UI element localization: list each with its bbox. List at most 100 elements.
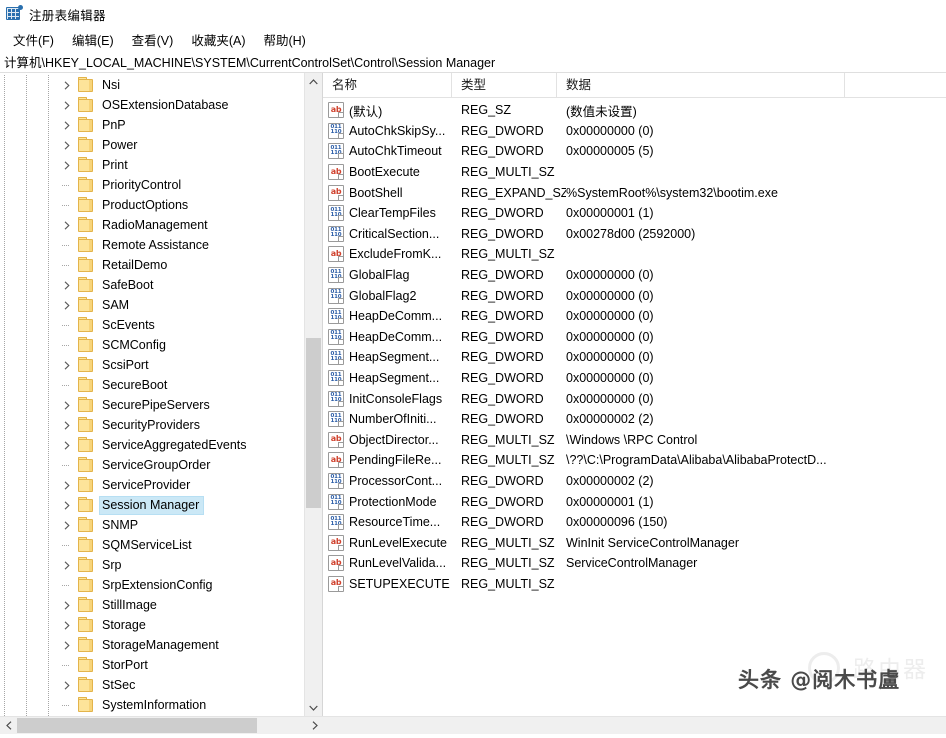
chevron-right-icon[interactable] (60, 275, 74, 295)
value-row[interactable]: abRunLevelValida...REG_MULTI_SZServiceCo… (323, 553, 946, 574)
chevron-right-icon[interactable] (60, 515, 74, 535)
chevron-right-icon[interactable] (60, 495, 74, 515)
value-row[interactable]: 011110ProcessorCont...REG_DWORD0x0000000… (323, 471, 946, 492)
value-row[interactable]: 011110AutoChkSkipSy...REG_DWORD0x0000000… (323, 121, 946, 142)
value-row[interactable]: 011110GlobalFlagREG_DWORD0x00000000 (0) (323, 265, 946, 286)
value-row[interactable]: 011110ClearTempFilesREG_DWORD0x00000001 … (323, 203, 946, 224)
scroll-up-icon[interactable] (305, 73, 322, 90)
tree-item-storport[interactable]: StorPort (0, 655, 290, 675)
tree-item-productoptions[interactable]: ProductOptions (0, 195, 290, 215)
column-header-name[interactable]: 名称 (323, 73, 452, 97)
value-row[interactable]: 011110InitConsoleFlagsREG_DWORD0x0000000… (323, 388, 946, 409)
tree-item-safeboot[interactable]: SafeBoot (0, 275, 290, 295)
value-row[interactable]: 011110ProtectionModeREG_DWORD0x00000001 … (323, 491, 946, 512)
tree-guide-line (48, 555, 49, 575)
value-row[interactable]: ab(默认)REG_SZ(数值未设置) (323, 100, 946, 121)
tree-item-nsi[interactable]: Nsi (0, 75, 290, 95)
tree-item-sam[interactable]: SAM (0, 295, 290, 315)
address-bar[interactable]: 计算机\HKEY_LOCAL_MACHINE\SYSTEM\CurrentCon… (0, 50, 946, 73)
scroll-right-icon[interactable] (306, 717, 323, 734)
tree-item-secureboot[interactable]: SecureBoot (0, 375, 290, 395)
chevron-right-icon[interactable] (60, 155, 74, 175)
tree-item-storage[interactable]: Storage (0, 615, 290, 635)
tree-item-srp[interactable]: Srp (0, 555, 290, 575)
value-row[interactable]: 011110HeapDeComm...REG_DWORD0x00000000 (… (323, 327, 946, 348)
value-row[interactable]: 011110ResourceTime...REG_DWORD0x00000096… (323, 512, 946, 533)
tree-item-power[interactable]: Power (0, 135, 290, 155)
value-row[interactable]: abBootShellREG_EXPAND_SZ%SystemRoot%\sys… (323, 182, 946, 203)
horizontal-scroll-track[interactable] (17, 717, 323, 734)
tree-item-serviceaggregatedevents[interactable]: ServiceAggregatedEvents (0, 435, 290, 455)
chevron-right-icon[interactable] (60, 595, 74, 615)
chevron-right-icon[interactable] (60, 555, 74, 575)
chevron-right-icon[interactable] (60, 415, 74, 435)
tree-item-securityproviders[interactable]: SecurityProviders (0, 415, 290, 435)
tree-item-label: Session Manager (100, 497, 203, 514)
value-row[interactable]: 011110CriticalSection...REG_DWORD0x00278… (323, 224, 946, 245)
chevron-right-icon[interactable] (60, 135, 74, 155)
value-row[interactable]: abRunLevelExecuteREG_MULTI_SZWinInit Ser… (323, 532, 946, 553)
value-row[interactable]: 011110HeapDeComm...REG_DWORD0x00000000 (… (323, 306, 946, 327)
chevron-right-icon[interactable] (60, 355, 74, 375)
value-row[interactable]: abPendingFileRe...REG_MULTI_SZ\??\C:\Pro… (323, 450, 946, 471)
tree-item-print[interactable]: Print (0, 155, 290, 175)
tree-item-scevents[interactable]: ScEvents (0, 315, 290, 335)
chevron-right-icon[interactable] (60, 215, 74, 235)
value-type: REG_EXPAND_SZ (461, 186, 566, 200)
tree-item-systeminformation[interactable]: SystemInformation (0, 695, 290, 715)
menu-item-1[interactable]: 编辑(E) (63, 28, 123, 51)
value-row[interactable]: 011110NumberOfIniti...REG_DWORD0x0000000… (323, 409, 946, 430)
scroll-down-icon[interactable] (305, 699, 322, 716)
menu-item-4[interactable]: 帮助(H) (254, 28, 314, 51)
value-name: ExcludeFromK... (349, 247, 441, 261)
chevron-right-icon[interactable] (60, 115, 74, 135)
chevron-right-icon[interactable] (60, 675, 74, 695)
chevron-right-icon[interactable] (60, 615, 74, 635)
tree-item-stsec[interactable]: StSec (0, 675, 290, 695)
chevron-right-icon[interactable] (60, 75, 74, 95)
scroll-left-icon[interactable] (0, 717, 17, 734)
value-row[interactable]: abExcludeFromK...REG_MULTI_SZ (323, 244, 946, 265)
column-header-type[interactable]: 类型 (452, 73, 557, 97)
chevron-right-icon[interactable] (60, 95, 74, 115)
value-row[interactable]: abBootExecuteREG_MULTI_SZ (323, 162, 946, 183)
value-name-cell: abRunLevelValida... (323, 555, 461, 571)
menu-item-0[interactable]: 文件(F) (4, 28, 63, 51)
tree-scroll-thumb[interactable] (306, 338, 321, 508)
tree-item-storagemanagement[interactable]: StorageManagement (0, 635, 290, 655)
tree-item-radiomanagement[interactable]: RadioManagement (0, 215, 290, 235)
tree-item-scmconfig[interactable]: SCMConfig (0, 335, 290, 355)
tree-item-pnp[interactable]: PnP (0, 115, 290, 135)
tree-item-retaildemo[interactable]: RetailDemo (0, 255, 290, 275)
value-row[interactable]: abObjectDirector...REG_MULTI_SZ\Windows … (323, 430, 946, 451)
horizontal-scroll-thumb[interactable] (17, 718, 257, 733)
value-row[interactable]: abSETUPEXECUTEREG_MULTI_SZ (323, 574, 946, 595)
tree-item-sqmservicelist[interactable]: SQMServiceList (0, 535, 290, 555)
tree-item-remote-assistance[interactable]: Remote Assistance (0, 235, 290, 255)
chevron-right-icon[interactable] (60, 295, 74, 315)
tree-item-securepipeservers[interactable]: SecurePipeServers (0, 395, 290, 415)
tree-item-prioritycontrol[interactable]: PriorityControl (0, 175, 290, 195)
tree-item-srpextensionconfig[interactable]: SrpExtensionConfig (0, 575, 290, 595)
tree-item-servicegrouporder[interactable]: ServiceGroupOrder (0, 455, 290, 475)
tree-item-serviceprovider[interactable]: ServiceProvider (0, 475, 290, 495)
tree-item-snmp[interactable]: SNMP (0, 515, 290, 535)
horizontal-scrollbar[interactable] (0, 716, 946, 734)
tree-item-stillimage[interactable]: StillImage (0, 595, 290, 615)
tree-item-osextensiondatabase[interactable]: OSExtensionDatabase (0, 95, 290, 115)
chevron-right-icon[interactable] (60, 475, 74, 495)
value-row[interactable]: 011110AutoChkTimeoutREG_DWORD0x00000005 … (323, 141, 946, 162)
value-row[interactable]: 011110GlobalFlag2REG_DWORD0x00000000 (0) (323, 285, 946, 306)
chevron-right-icon[interactable] (60, 435, 74, 455)
tree-item-scsiport[interactable]: ScsiPort (0, 355, 290, 375)
column-header-data[interactable]: 数据 (557, 73, 845, 97)
value-row[interactable]: 011110HeapSegment...REG_DWORD0x00000000 … (323, 368, 946, 389)
tree-item-session-manager[interactable]: Session Manager (0, 495, 290, 515)
tree-scroll-track[interactable] (305, 90, 322, 699)
menu-item-2[interactable]: 查看(V) (123, 28, 183, 51)
value-row[interactable]: 011110HeapSegment...REG_DWORD0x00000000 … (323, 347, 946, 368)
tree-vertical-scrollbar[interactable] (304, 73, 322, 716)
chevron-right-icon[interactable] (60, 395, 74, 415)
chevron-right-icon[interactable] (60, 635, 74, 655)
menu-item-3[interactable]: 收藏夹(A) (182, 28, 254, 51)
